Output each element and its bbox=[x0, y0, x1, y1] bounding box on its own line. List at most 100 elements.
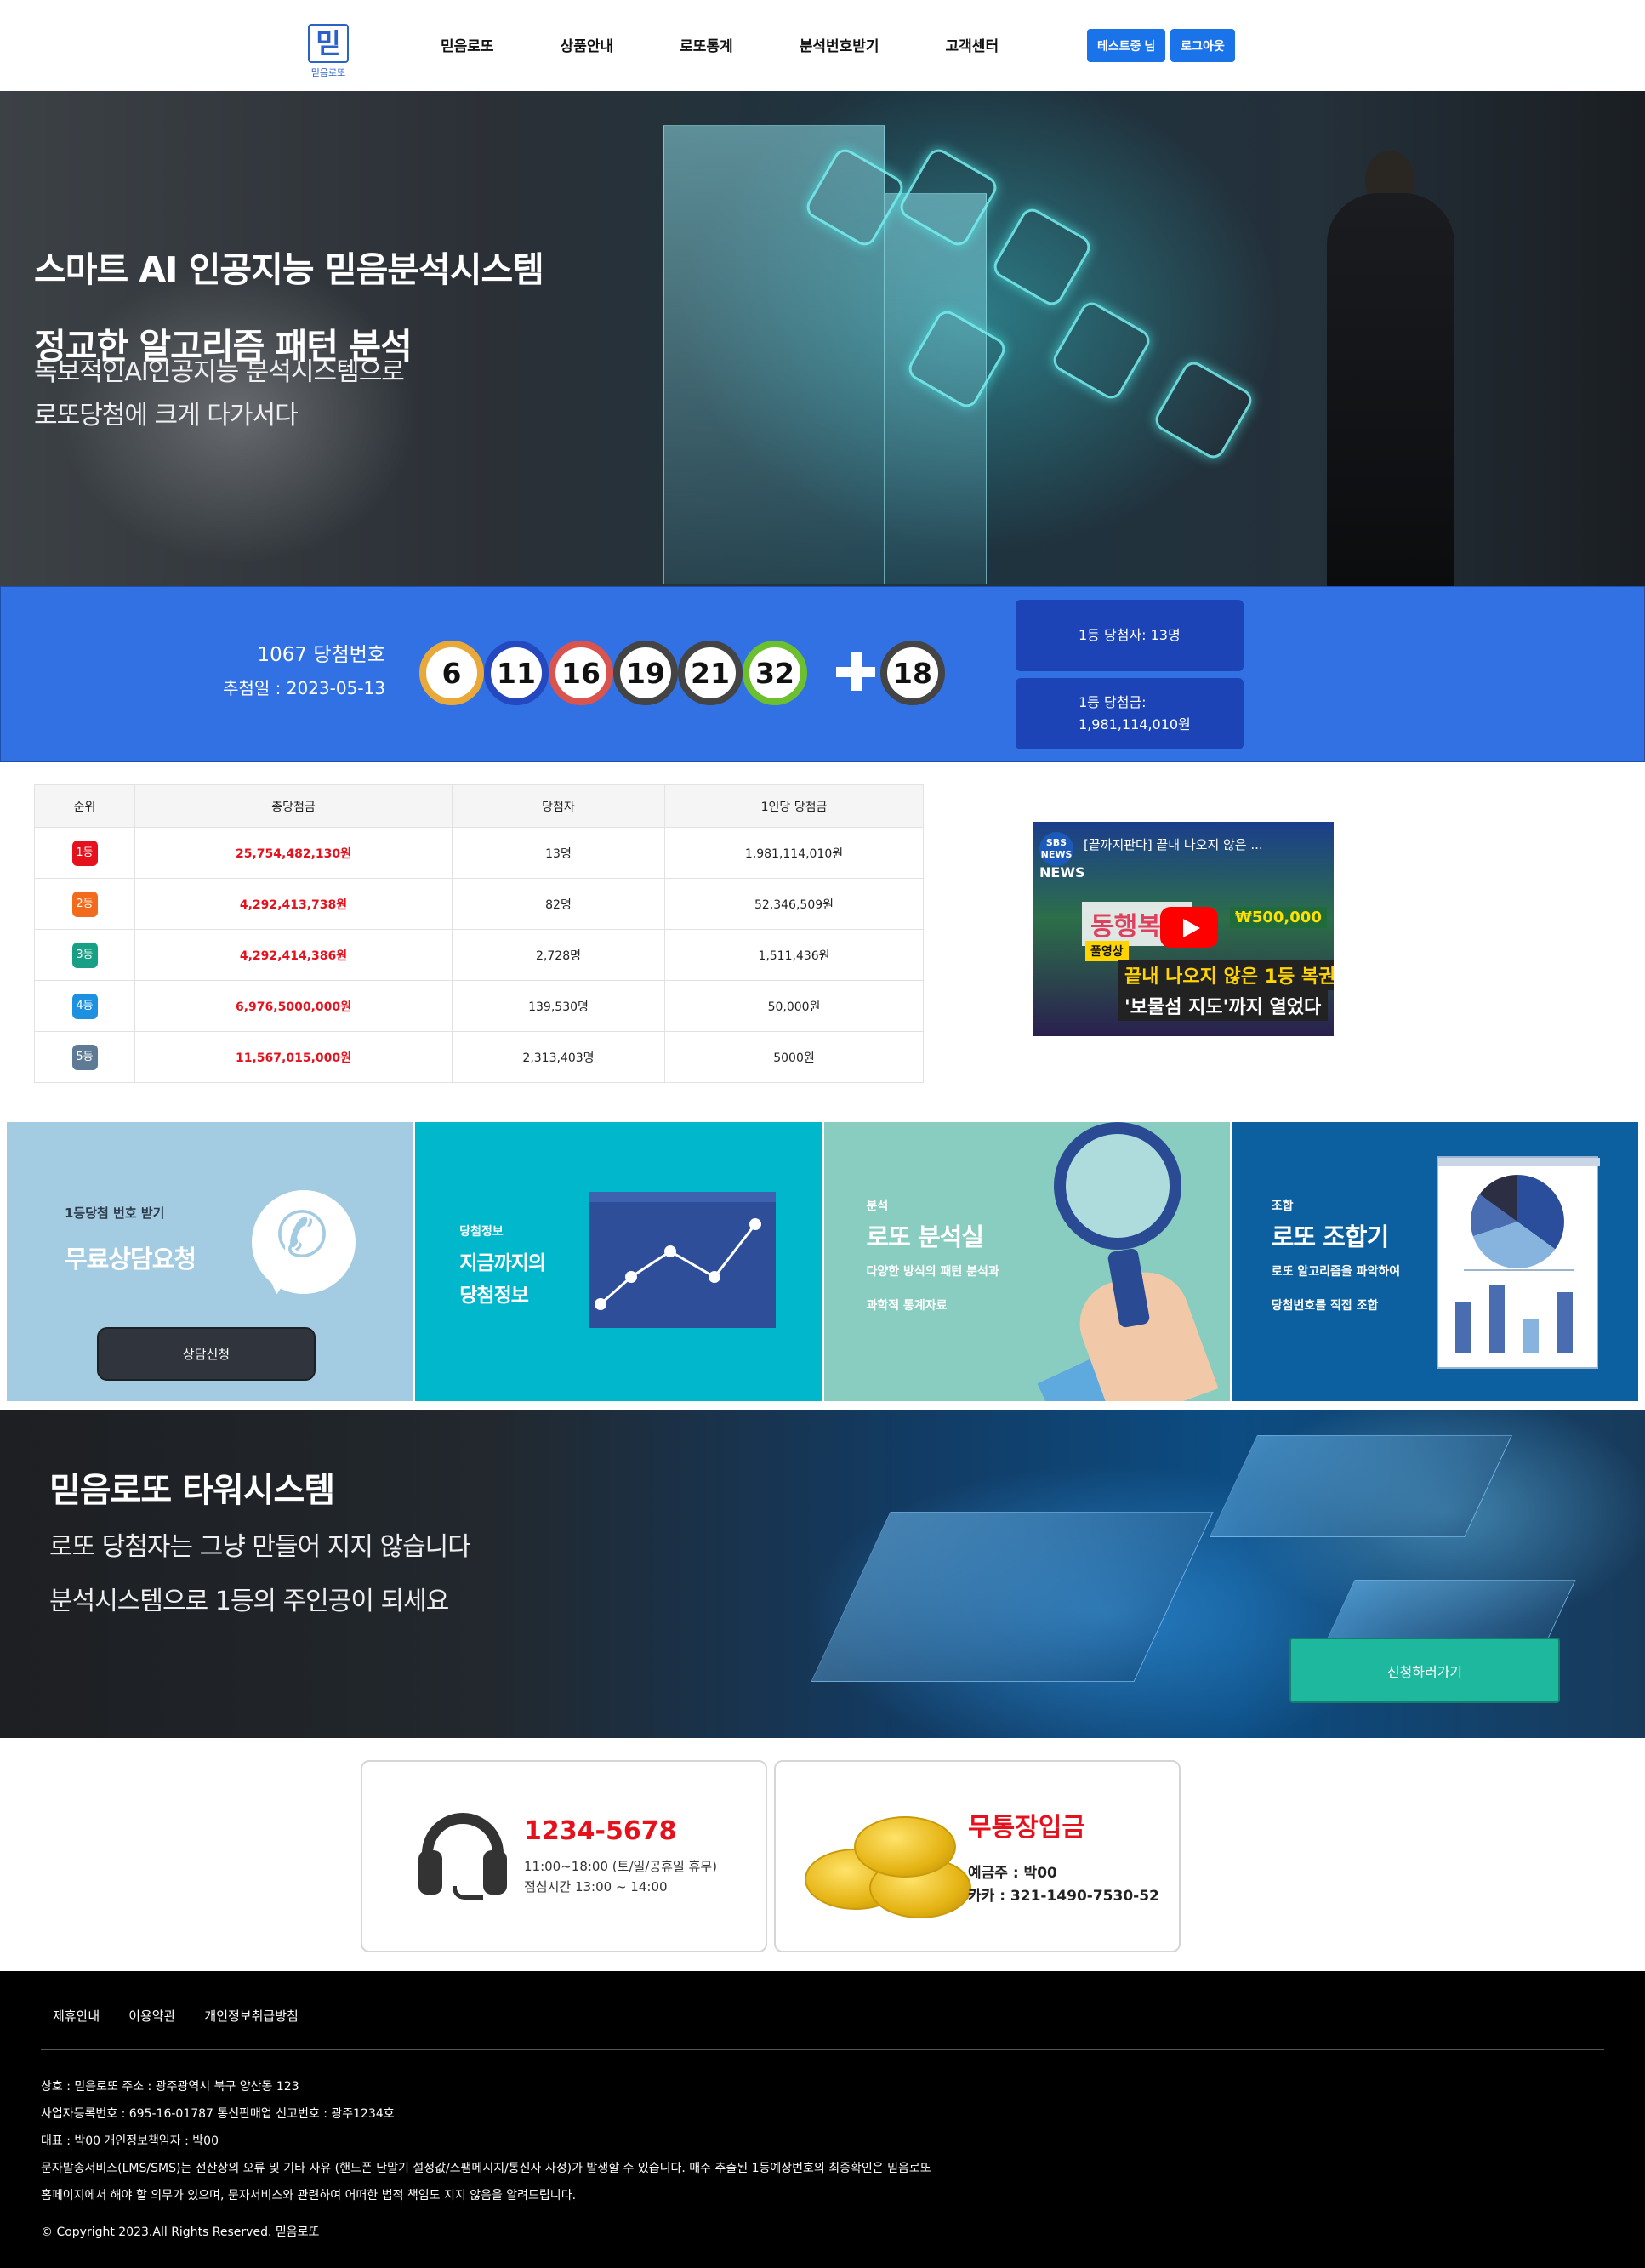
card-description-line: 로또 알고리즘을 파악하여 bbox=[1271, 1265, 1401, 1279]
total-prize-cell: 6,976,5000,000원 bbox=[134, 980, 453, 1032]
play-icon[interactable] bbox=[1160, 907, 1218, 948]
card-title: 로또 조합기 bbox=[1271, 1222, 1389, 1251]
footer-divider bbox=[41, 2049, 1604, 2050]
hero-banner: 스마트 AI 인공지능 믿음분석시스템 정교한 알고리즘 패턴 분석 독보적인A… bbox=[0, 91, 1645, 586]
number-ball: 19 bbox=[613, 641, 678, 705]
line-chart-icon bbox=[589, 1192, 777, 1328]
company-info-line: 상호 : 믿음로또 주소 : 광주광역시 북구 양산동 123 bbox=[41, 2080, 299, 2094]
tower-subtitle-line: 분석시스템으로 1등의 주인공이 되세요 bbox=[49, 1587, 449, 1616]
footer-link-partnership[interactable]: 제휴안내 bbox=[53, 2007, 100, 2025]
tower-subtitle-line: 로또 당첨자는 그냥 만들어 지지 않습니다 bbox=[49, 1532, 471, 1562]
hero-subtitle-line: 로또당첨에 크게 다가서다 bbox=[34, 401, 299, 430]
hero-hex-icon bbox=[989, 204, 1095, 310]
table-header-row: 순위 총당첨금 당첨자 1인당 당첨금 bbox=[34, 784, 924, 828]
logo-text: 믿음로또 bbox=[310, 67, 346, 78]
tower-banner: 믿음로또 타워시스템 로또 당첨자는 그냥 만들어 지지 않습니다 분석시스템으… bbox=[0, 1410, 1645, 1738]
consult-button[interactable]: 상담신청 bbox=[97, 1327, 316, 1381]
business-hours: 11:00~18:00 (토/일/공휴일 휴무) bbox=[524, 1859, 717, 1874]
card-combination[interactable]: 조합 로또 조합기 로또 알고리즘을 파악하여 당첨번호를 직접 조합 bbox=[1232, 1122, 1638, 1401]
user-name-button[interactable]: 테스트중 님 bbox=[1087, 29, 1166, 62]
nav-item-support[interactable]: 고객센터 bbox=[946, 34, 999, 55]
rank-badge: 1등 bbox=[71, 840, 98, 866]
hero-hex-icon bbox=[1049, 298, 1154, 403]
winners-cell: 2,313,403명 bbox=[452, 1031, 665, 1083]
rank-cell: 4등 bbox=[34, 980, 135, 1032]
first-prize-label: 1등 당첨금: bbox=[1079, 694, 1147, 710]
pie-chart-icon bbox=[1470, 1175, 1564, 1268]
chip-graphic bbox=[1210, 1435, 1512, 1537]
nav-item-home[interactable]: 믿음로또 bbox=[441, 34, 494, 55]
video-title: [끝까지판다] 끝내 나오지 않은 ... bbox=[1084, 837, 1263, 852]
video-caption: '보물섬 지도'까지 열었다 bbox=[1118, 990, 1329, 1021]
video-news-label: NEWS bbox=[1039, 864, 1085, 880]
card-free-consult[interactable]: 1등당첨 번호 받기 무료상담요청 상담신청 bbox=[7, 1122, 413, 1401]
footer-link-privacy[interactable]: 개인정보취급방침 bbox=[204, 2007, 298, 2025]
per-person-cell: 1,981,114,010원 bbox=[664, 827, 924, 879]
card-title: 무료상담요청 bbox=[65, 1245, 196, 1274]
chip-graphic bbox=[811, 1512, 1214, 1682]
column-header: 순위 bbox=[34, 784, 135, 828]
channel-logo: SBS NEWS bbox=[1039, 832, 1073, 866]
draw-round: 1067 당첨번호 bbox=[257, 644, 385, 666]
winners-cell: 139,530명 bbox=[452, 980, 665, 1032]
winning-numbers-bar: 1067 당첨번호 추첨일 : 2023-05-13 6 11 16 19 21 32 1… bbox=[0, 586, 1645, 762]
column-header: 1인당 당첨금 bbox=[664, 784, 924, 828]
total-prize-cell: 4,292,413,738원 bbox=[134, 878, 453, 930]
card-title: 당첨정보 bbox=[459, 1285, 529, 1307]
bonus-ball-wrap: 18 bbox=[880, 641, 945, 705]
video-player[interactable]: SBS NEWS [끝까지판다] 끝내 나오지 않은 ... NEWS 동행복권… bbox=[1033, 822, 1334, 1036]
card-analysis-room[interactable]: 분석 로또 분석실 다양한 방식의 패턴 분석과 과학적 통계자료 bbox=[823, 1122, 1230, 1401]
card-description-line: 과학적 통계자료 bbox=[866, 1299, 948, 1313]
lunch-hours: 점심시간 13:00 ~ 14:00 bbox=[524, 1879, 668, 1895]
rank-badge: 2등 bbox=[71, 891, 98, 917]
card-winning-info[interactable]: 당첨정보 지금까지의 당첨정보 bbox=[415, 1122, 822, 1401]
total-prize-cell: 11,567,015,000원 bbox=[134, 1031, 453, 1083]
feature-cards: 1등당첨 번호 받기 무료상담요청 상담신청 당첨정보 지금까지의 당첨정보 분… bbox=[7, 1122, 1638, 1401]
number-balls: 6 11 16 19 21 32 bbox=[419, 641, 807, 705]
footer-link-terms[interactable]: 이용약관 bbox=[128, 2007, 175, 2025]
per-person-cell: 50,000원 bbox=[664, 980, 924, 1032]
apply-button[interactable]: 신청하러가기 bbox=[1289, 1638, 1560, 1703]
video-prize-text: ₩500,000 bbox=[1230, 907, 1327, 928]
phone-number[interactable]: 1234-5678 bbox=[524, 1816, 676, 1846]
number-ball: 16 bbox=[549, 641, 613, 705]
first-prize-value: 1,981,114,010원 bbox=[1079, 716, 1191, 732]
rank-badge: 4등 bbox=[71, 993, 98, 1019]
tower-subtitle: 로또 당첨자는 그냥 만들어 지지 않습니다 분석시스템으로 1등의 주인공이 … bbox=[49, 1520, 471, 1629]
nav-item-analysis[interactable]: 분석번호받기 bbox=[800, 34, 879, 55]
company-info-line: 문자발송서비스(LMS/SMS)는 전산상의 오류 및 기타 사유 (핸드폰 단… bbox=[41, 2162, 931, 2175]
table-row: 2등 4,292,413,738원 82명 52,346,509원 bbox=[34, 878, 924, 930]
card-title: 지금까지의 bbox=[459, 1252, 546, 1274]
number-ball: 21 bbox=[678, 641, 743, 705]
phone-icon bbox=[252, 1190, 356, 1294]
site-footer: 제휴안내 이용약관 개인정보취급방침 상호 : 믿음로또 주소 : 광주광역시 … bbox=[0, 1971, 1645, 2268]
main-nav: 믿음로또 상품안내 로또통계 분석번호받기 고객센터 bbox=[400, 34, 1065, 55]
card-subtitle: 당첨정보 bbox=[459, 1225, 504, 1239]
column-header: 당첨자 bbox=[452, 784, 665, 828]
site-header: 믿 믿음로또 믿음로또 상품안내 로또통계 분석번호받기 고객센터 테스트중 님… bbox=[0, 0, 1645, 91]
site-logo[interactable]: 믿 믿음로또 bbox=[305, 24, 352, 80]
hero-person-graphic bbox=[1327, 193, 1454, 586]
rank-badge: 3등 bbox=[71, 942, 98, 968]
table-row: 3등 4,292,414,386원 2,728명 1,511,436원 bbox=[34, 929, 924, 981]
winners-cell: 82명 bbox=[452, 878, 665, 930]
nav-item-statistics[interactable]: 로또통계 bbox=[680, 34, 733, 55]
card-title: 로또 분석실 bbox=[866, 1222, 984, 1251]
video-tag: 풀영상 bbox=[1085, 941, 1129, 961]
total-prize-cell: 4,292,414,386원 bbox=[134, 929, 453, 981]
card-description: 로또 알고리즘을 파악하여 당첨번호를 직접 조합 bbox=[1272, 1255, 1400, 1323]
account-number: 카카 : 321-1490-7530-52 bbox=[968, 1888, 1159, 1905]
video-caption: 끝내 나오지 않은 1등 복권 bbox=[1118, 960, 1334, 990]
per-person-cell: 1,511,436원 bbox=[664, 929, 924, 981]
rank-cell: 3등 bbox=[34, 929, 135, 981]
nav-item-products[interactable]: 상품안내 bbox=[561, 34, 614, 55]
card-description-line: 다양한 방식의 패턴 분석과 bbox=[866, 1265, 999, 1279]
copyright: © Copyright 2023.All Rights Reserved. 믿음… bbox=[41, 2225, 320, 2239]
prize-table: 순위 총당첨금 당첨자 1인당 당첨금 1등 25,754,482,130원 13명… bbox=[34, 784, 924, 1083]
hero-subtitle: 독보적인AI인공지능 분석시스템으로 로또당첨에 크게 다가서다 bbox=[34, 350, 405, 437]
plus-icon bbox=[834, 650, 877, 692]
number-ball: 32 bbox=[743, 641, 807, 705]
tower-title: 믿음로또 타워시스템 bbox=[49, 1471, 335, 1510]
logout-button[interactable]: 로그아웃 bbox=[1170, 29, 1235, 62]
bank-deposit-box: 무통장입금 예금주 : 박00 카카 : 321-1490-7530-52 bbox=[774, 1760, 1181, 1952]
